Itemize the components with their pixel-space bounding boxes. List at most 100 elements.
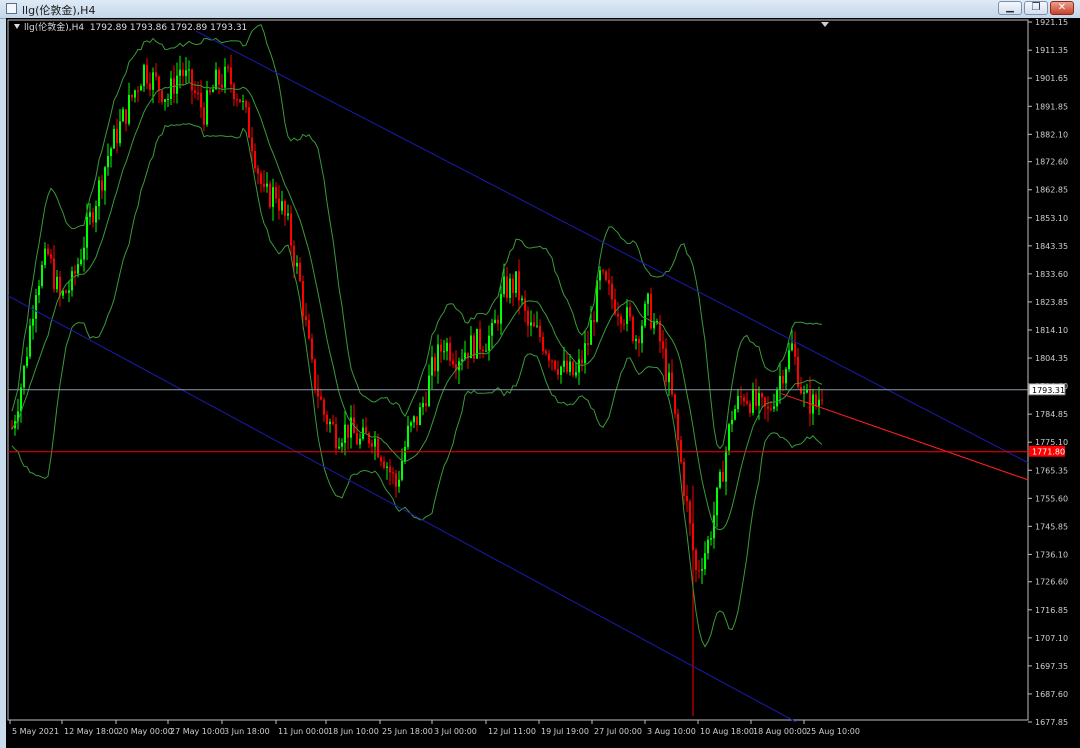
candle-body [653, 322, 655, 329]
candle-body [65, 290, 67, 293]
candle-body [785, 369, 787, 384]
minimize-button[interactable]: ▁ [998, 1, 1022, 15]
close-button[interactable]: ✕ [1050, 1, 1074, 15]
candlestick-chart-svg[interactable]: 1921.15 1911.35 1901.65 1891.85 1882.10 1872.… [6, 18, 1080, 748]
candle-body [575, 372, 577, 376]
candle-body [605, 271, 607, 280]
candle-body [119, 121, 121, 144]
candle-body [470, 335, 472, 359]
candle-body [440, 344, 442, 352]
upper-band [11, 24, 823, 450]
candle-body [269, 183, 271, 207]
candle-body [797, 356, 799, 388]
candle-body [533, 322, 535, 327]
candle-body [629, 307, 631, 317]
candle-body [323, 399, 325, 415]
candle-body [356, 433, 358, 445]
candle-body [146, 64, 148, 84]
candle-body [98, 180, 100, 207]
y-tick-label: 1736.10 [1035, 550, 1068, 559]
candle-body [716, 487, 718, 516]
candle-body [44, 248, 46, 265]
candle-body [503, 276, 505, 295]
candle-body [779, 375, 781, 390]
candle-body [602, 270, 604, 272]
chart-symbol: llg(伦敦金),H4 [24, 23, 85, 33]
candle-body [422, 403, 424, 408]
candle-body [626, 307, 628, 324]
candle-body [149, 83, 151, 90]
y-tick-label: 1697.35 [1035, 662, 1068, 671]
candle-body [650, 293, 652, 329]
candle-body [599, 270, 601, 281]
candle-body [242, 101, 244, 103]
restore-button[interactable]: ❐ [1024, 1, 1048, 15]
candle-body [167, 98, 169, 100]
x-tick-label: 3 Jul 00:00 [434, 727, 477, 736]
candle-body [701, 569, 703, 571]
x-tick-label: 10 Aug 18:00 [700, 727, 754, 736]
window-titlebar[interactable]: llg(伦敦金),H4 ▁ ❐ ✕ [0, 0, 1080, 19]
candle-body [254, 151, 256, 169]
candle-body [122, 109, 124, 122]
candle-body [227, 66, 229, 68]
candle-body [260, 173, 262, 184]
candle-body [50, 254, 52, 259]
candle-body [209, 90, 211, 93]
candle-body [572, 361, 574, 376]
candle-body [674, 394, 676, 414]
candle-body [131, 94, 133, 98]
candle-body [794, 343, 796, 357]
candle-body [746, 401, 748, 404]
candle-body [344, 424, 346, 443]
candle-body [314, 359, 316, 389]
candle-body [758, 393, 760, 406]
y-tick-label: 1726.60 [1035, 578, 1068, 587]
candle-body [158, 76, 160, 91]
x-tick-label: 25 Aug 10:00 [806, 727, 860, 736]
candle-body [332, 421, 334, 425]
candle-body [419, 407, 421, 425]
x-tick-label: 18 Jun 10:00 [328, 727, 379, 736]
y-tick-label: 1891.85 [1035, 102, 1068, 111]
candle-body [74, 271, 76, 274]
candle-body [191, 69, 193, 91]
candle-body [29, 325, 31, 357]
candle-body [221, 84, 223, 88]
y-tick-label: 1707.10 [1035, 634, 1068, 643]
candle-body [620, 316, 622, 324]
y-tick-label: 1784.85 [1035, 410, 1068, 419]
candle-body [92, 212, 94, 223]
candle-body [113, 128, 115, 149]
y-tick-label: 1901.65 [1035, 74, 1068, 83]
candle-body [782, 375, 784, 384]
candle-body [152, 72, 154, 90]
mt4-chart-window: llg(伦敦金),H4 ▁ ❐ ✕ 1921.15 1911.35 1901.65 1… [0, 0, 1080, 748]
candle-body [392, 472, 394, 474]
candle-body [617, 313, 619, 317]
x-tick-label: 20 May 00:00 [118, 727, 173, 736]
candle-body [704, 553, 706, 570]
y-tick-label: 1716.85 [1035, 606, 1068, 615]
candle-body [728, 424, 730, 451]
candle-body [83, 247, 85, 260]
y-tick-label: 1823.85 [1035, 298, 1068, 307]
candle-body [425, 403, 427, 407]
candle-body [38, 285, 40, 296]
candle-body [536, 325, 538, 327]
candle-body [188, 69, 190, 71]
candle-body [584, 343, 586, 364]
candle-body [482, 349, 484, 352]
candle-body [23, 366, 25, 388]
candle-body [155, 72, 157, 77]
candle-body [134, 90, 136, 98]
x-tick-label: 27 Jul 00:00 [594, 727, 642, 736]
candle-body [194, 90, 196, 93]
candle-body [299, 262, 301, 282]
window-title: llg(伦敦金),H4 [22, 4, 96, 17]
candle-body [734, 409, 736, 420]
candle-body [662, 341, 664, 349]
price-chart[interactable]: 1921.15 1911.35 1901.65 1891.85 1882.10 1872.… [6, 18, 1080, 748]
dropdown-triangle-icon[interactable] [14, 24, 20, 29]
candle-body [125, 109, 127, 124]
